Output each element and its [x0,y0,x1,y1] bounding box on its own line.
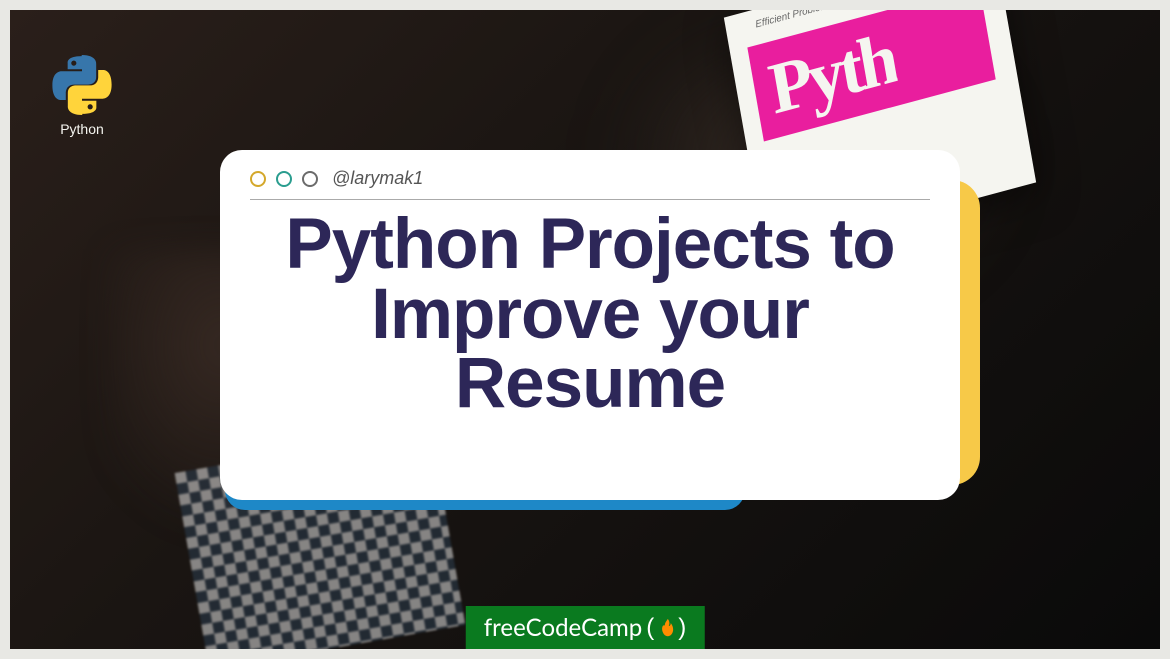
freecodecamp-badge: freeCodeCamp ( ) [466,606,705,649]
book-cover-band: Pyth [747,10,995,141]
paren-open-icon: ( [646,614,654,642]
main-heading: Python Projects to Improve your Resume [250,210,930,419]
freecodecamp-brand-text: freeCodeCamp [484,613,643,642]
thumbnail-container: Efficient Problem-Solving with Python Py… [10,10,1160,649]
paren-close-icon: ) [678,614,686,642]
author-handle: @larymak1 [332,168,423,189]
title-card: @larymak1 Python Projects to Improve you… [220,150,960,500]
python-logo-icon [52,55,112,115]
card-header: @larymak1 [250,168,930,200]
window-controls [250,171,318,187]
book-title-fragment: Pyth [763,16,901,131]
window-dot-icon [276,171,292,187]
fire-icon [660,619,674,637]
python-logo-label: Python [60,121,104,137]
python-logo-badge: Python [52,55,112,137]
window-dot-icon [250,171,266,187]
window-dot-icon [302,171,318,187]
